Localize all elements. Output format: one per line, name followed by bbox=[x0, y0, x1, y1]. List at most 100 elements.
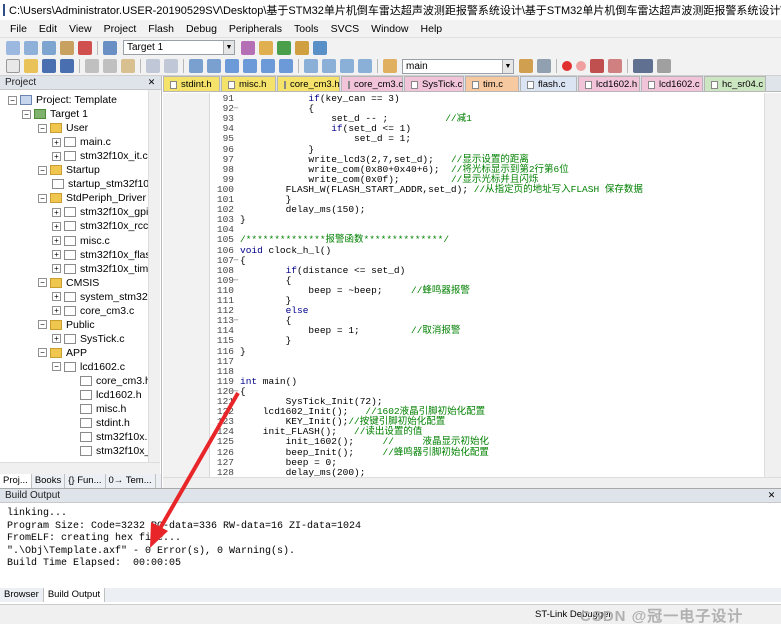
disable-all-breakpoints-icon[interactable] bbox=[608, 59, 622, 73]
tree-item[interactable]: +SysTick.c bbox=[52, 332, 125, 346]
project-tab[interactable]: Proj... bbox=[0, 474, 32, 488]
download-icon[interactable] bbox=[103, 41, 117, 55]
file-tab[interactable]: tim.c bbox=[465, 76, 519, 92]
tree-item[interactable]: misc.h bbox=[80, 402, 126, 416]
save-all-icon[interactable] bbox=[60, 59, 74, 73]
file-tab[interactable]: misc.h bbox=[221, 76, 276, 92]
tree-item[interactable]: +stm32f10x_gpio.c bbox=[52, 205, 150, 219]
menu-item-file[interactable]: File bbox=[4, 20, 33, 38]
target-select[interactable]: Target 1▼ bbox=[123, 40, 235, 55]
tree-item[interactable]: −CMSIS bbox=[38, 276, 99, 290]
file-tab[interactable]: flash.c bbox=[520, 76, 577, 92]
menu-item-peripherals[interactable]: Peripherals bbox=[223, 20, 288, 38]
menu-item-project[interactable]: Project bbox=[98, 20, 143, 38]
collapse-icon[interactable]: − bbox=[52, 362, 61, 371]
tree-item[interactable]: +stm32f10x_rcc.c bbox=[52, 219, 150, 233]
paste-icon[interactable] bbox=[121, 59, 135, 73]
project-tab[interactable]: Books bbox=[32, 474, 65, 488]
file-extensions-icon[interactable] bbox=[259, 41, 273, 55]
file-tab[interactable]: SysTick.c bbox=[404, 76, 464, 92]
incremental-find-icon[interactable] bbox=[519, 59, 533, 73]
collapse-icon[interactable]: − bbox=[38, 348, 47, 357]
project-vertical-scrollbar[interactable] bbox=[148, 90, 160, 462]
menu-item-svcs[interactable]: SVCS bbox=[325, 20, 366, 38]
tree-item[interactable]: −Target 1 bbox=[22, 107, 88, 121]
editor-vertical-scrollbar[interactable] bbox=[764, 93, 781, 478]
breakpoint-icon[interactable] bbox=[562, 61, 572, 71]
project-horizontal-scrollbar[interactable] bbox=[0, 462, 160, 474]
tree-item[interactable]: −lcd1602.c bbox=[52, 360, 125, 374]
menu-item-debug[interactable]: Debug bbox=[180, 20, 223, 38]
menu-item-edit[interactable]: Edit bbox=[33, 20, 63, 38]
build-panel-tab[interactable]: Browser bbox=[0, 588, 44, 602]
next-bookmark-icon[interactable] bbox=[261, 59, 275, 73]
menu-item-tools[interactable]: Tools bbox=[288, 20, 325, 38]
disable-breakpoint-icon[interactable] bbox=[576, 61, 586, 71]
close-icon[interactable]: ✕ bbox=[766, 490, 777, 501]
tree-item[interactable]: −Public bbox=[38, 318, 95, 332]
tree-item[interactable]: stm32f10x.h bbox=[80, 430, 150, 444]
tree-item[interactable]: +stm32f10x_tim.c bbox=[52, 262, 150, 276]
redo-icon[interactable] bbox=[164, 59, 178, 73]
target-options-icon[interactable] bbox=[241, 41, 255, 55]
file-tab[interactable]: hc_sr04.c bbox=[704, 76, 766, 92]
comment-icon[interactable] bbox=[340, 59, 354, 73]
file-tab[interactable]: lcd1602.h bbox=[578, 76, 640, 92]
build-panel-tab[interactable]: Build Output bbox=[44, 588, 105, 602]
file-tab[interactable]: core_cm3.c bbox=[341, 76, 403, 92]
tree-item[interactable]: startup_stm32f10x_ bbox=[52, 177, 150, 191]
tree-item[interactable]: −Project: Template bbox=[8, 93, 117, 107]
file-tab[interactable]: lcd1602.c bbox=[641, 76, 703, 92]
save-icon[interactable] bbox=[42, 59, 56, 73]
tree-item[interactable]: +system_stm32f10x.c bbox=[52, 290, 150, 304]
expand-icon[interactable]: + bbox=[52, 138, 61, 147]
expand-icon[interactable]: + bbox=[52, 222, 61, 231]
code-area[interactable]: 91 if(key_can == 3)92− {93 set_d -- ; //… bbox=[210, 93, 770, 478]
tree-item[interactable]: core_cm3.h bbox=[80, 374, 150, 388]
tree-item[interactable]: −StdPeriph_Driver bbox=[38, 191, 146, 205]
tree-item[interactable]: stdint.h bbox=[80, 416, 130, 430]
manage-components-icon[interactable] bbox=[277, 41, 291, 55]
expand-icon[interactable]: + bbox=[52, 152, 61, 161]
find-input[interactable]: main▼ bbox=[402, 59, 514, 74]
menu-item-flash[interactable]: Flash bbox=[142, 20, 180, 38]
collapse-icon[interactable]: − bbox=[38, 194, 47, 203]
configure-icon[interactable] bbox=[657, 59, 671, 73]
expand-icon[interactable]: + bbox=[52, 208, 61, 217]
debug-session-icon[interactable] bbox=[537, 59, 551, 73]
file-tab[interactable]: stdint.h bbox=[163, 76, 220, 92]
project-tab[interactable]: {} Fun... bbox=[65, 474, 105, 488]
bookmark-icon[interactable] bbox=[225, 59, 239, 73]
stop-build-icon[interactable] bbox=[78, 41, 92, 55]
expand-icon[interactable]: + bbox=[52, 236, 61, 245]
expand-icon[interactable]: + bbox=[52, 264, 61, 273]
batch-build-icon[interactable] bbox=[60, 41, 74, 55]
undo-icon[interactable] bbox=[146, 59, 160, 73]
indent-icon[interactable] bbox=[304, 59, 318, 73]
tree-item[interactable]: −User bbox=[38, 121, 88, 135]
code-editor[interactable]: 91 if(key_can == 3)92− {93 set_d -- ; //… bbox=[163, 93, 781, 478]
tree-item[interactable]: +core_cm3.c bbox=[52, 304, 134, 318]
expand-icon[interactable]: + bbox=[52, 306, 61, 315]
collapse-icon[interactable]: − bbox=[8, 96, 17, 105]
tree-item[interactable]: +main.c bbox=[52, 135, 111, 149]
tree-item[interactable]: +stm32f10x_it.c bbox=[52, 149, 148, 163]
close-icon[interactable]: ✕ bbox=[146, 77, 157, 88]
expand-icon[interactable]: + bbox=[52, 250, 61, 259]
kill-breakpoints-icon[interactable] bbox=[590, 59, 604, 73]
collapse-icon[interactable]: − bbox=[22, 110, 31, 119]
collapse-icon[interactable]: − bbox=[38, 278, 47, 287]
expand-icon[interactable]: + bbox=[52, 292, 61, 301]
navigate-back-icon[interactable] bbox=[189, 59, 203, 73]
collapse-icon[interactable]: − bbox=[38, 166, 47, 175]
uncomment-icon[interactable] bbox=[358, 59, 372, 73]
tree-item[interactable]: stm32f10x_adc. bbox=[80, 444, 150, 458]
copy-icon[interactable] bbox=[103, 59, 117, 73]
tree-item[interactable]: −Startup bbox=[38, 163, 100, 177]
pack-installer-icon[interactable] bbox=[313, 41, 327, 55]
navigate-forward-icon[interactable] bbox=[207, 59, 221, 73]
rebuild-icon[interactable] bbox=[42, 41, 56, 55]
new-file-icon[interactable] bbox=[6, 59, 20, 73]
menu-item-window[interactable]: Window bbox=[365, 20, 414, 38]
menu-item-view[interactable]: View bbox=[63, 20, 98, 38]
